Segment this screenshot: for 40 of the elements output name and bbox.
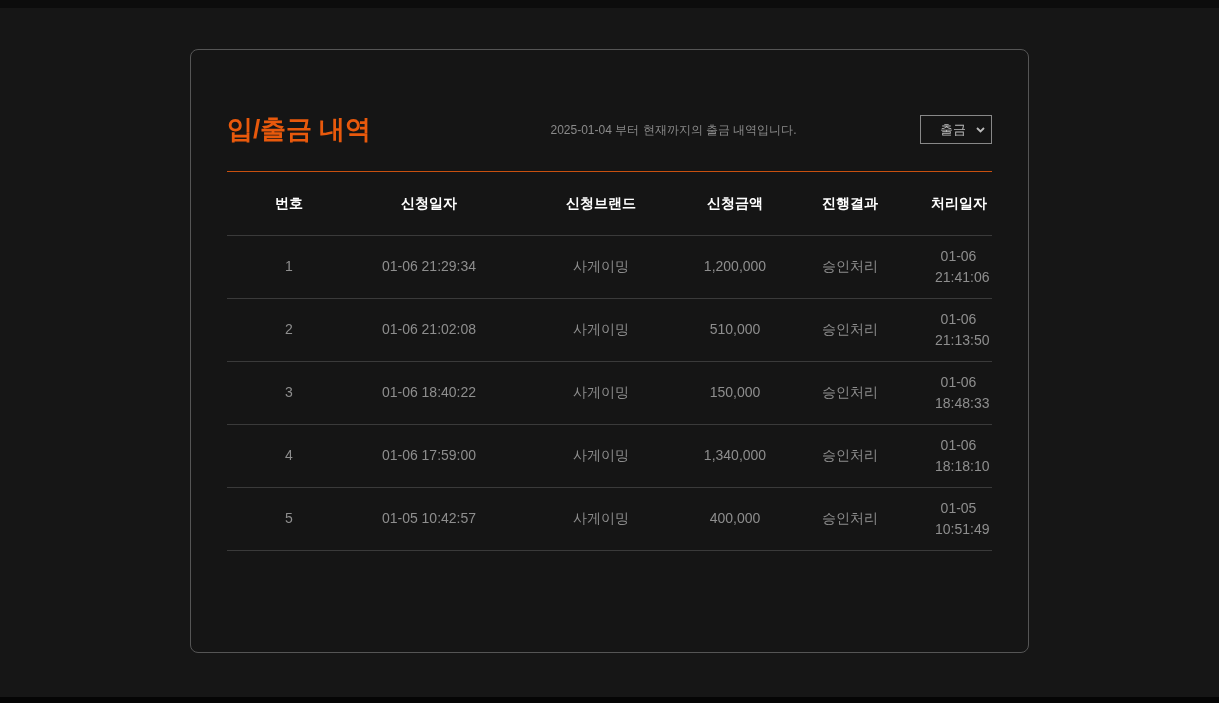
column-header: 신청금액 [695,172,775,235]
table-cell: 1 [227,235,351,298]
notice-text: 2025-01-04 부터 현재까지의 출금 내역입니다. [550,121,798,139]
table-cell: 01-05 10:51:49 [925,487,992,550]
table-cell: 01-06 21:41:06 [925,235,992,298]
table-cell: 2 [227,298,351,361]
table-cell: 3 [227,361,351,424]
table-cell: 승인처리 [775,298,925,361]
table-cell: 사게이밍 [507,424,695,487]
column-header: 진행결과 [775,172,925,235]
table-cell: 1,340,000 [695,424,775,487]
filter-dropdown[interactable]: 출금 [920,115,992,144]
table-cell: 01-05 10:42:57 [351,487,507,550]
table-cell: 01-06 18:40:22 [351,361,507,424]
column-header: 번호 [227,172,351,235]
table-cell: 승인처리 [775,361,925,424]
table-cell: 5 [227,487,351,550]
page-title: 입/출금 내역 [227,113,373,146]
table-cell: 510,000 [695,298,775,361]
table-cell: 01-06 18:18:10 [925,424,992,487]
table-cell: 01-06 21:29:34 [351,235,507,298]
table-cell: 사게이밍 [507,235,695,298]
table-cell: 01-06 17:59:00 [351,424,507,487]
table-cell: 01-06 18:48:33 [925,361,992,424]
table-cell: 150,000 [695,361,775,424]
table-cell: 4 [227,424,351,487]
table-cell: 승인처리 [775,235,925,298]
chevron-down-icon [976,126,985,133]
table-cell: 승인처리 [775,487,925,550]
table-cell: 400,000 [695,487,775,550]
column-header: 신청일자 [351,172,507,235]
table-cell: 사게이밍 [507,298,695,361]
table-cell: 사게이밍 [507,487,695,550]
table-cell: 01-06 21:02:08 [351,298,507,361]
table-cell: 사게이밍 [507,361,695,424]
column-header: 처리일자 [925,172,992,235]
table-cell: 1,200,000 [695,235,775,298]
column-header: 신청브랜드 [507,172,695,235]
table-cell: 01-06 21:13:50 [925,298,992,361]
table-cell: 승인처리 [775,424,925,487]
